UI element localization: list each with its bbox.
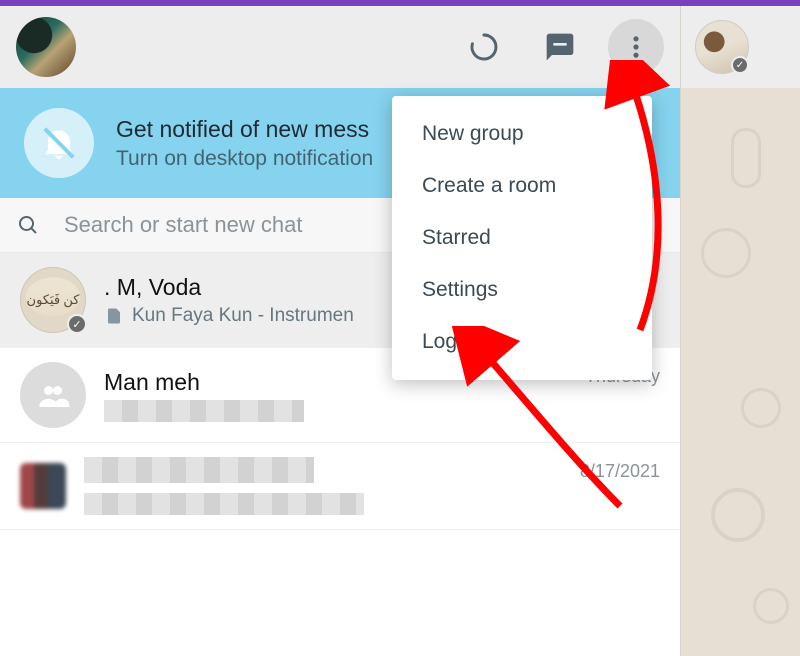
menu-item-starred[interactable]: Starred <box>392 212 652 264</box>
chat-item[interactable]: 8/17/2021 <box>0 443 680 530</box>
search-icon <box>16 213 40 237</box>
chat-avatar <box>20 362 86 428</box>
menu-item-new-group[interactable]: New group <box>392 108 652 160</box>
conversation-list-pane: Get notified of new mess Turn on desktop… <box>0 6 680 656</box>
left-header <box>0 6 680 88</box>
chat-avatar <box>20 267 86 333</box>
bell-icon <box>24 108 94 178</box>
redacted-preview <box>104 400 304 422</box>
document-icon <box>104 306 124 326</box>
new-chat-icon[interactable] <box>532 19 588 75</box>
notification-title: Get notified of new mess <box>116 116 373 143</box>
chat-background <box>681 88 800 656</box>
notification-subtitle: Turn on desktop notification <box>116 147 373 171</box>
redacted-name <box>84 457 314 483</box>
menu-item-create-room[interactable]: Create a room <box>392 160 652 212</box>
my-avatar[interactable] <box>16 17 76 77</box>
contact-avatar[interactable] <box>695 20 749 74</box>
menu-item-settings[interactable]: Settings <box>392 264 652 316</box>
chat-view-pane <box>680 6 800 656</box>
status-icon[interactable] <box>456 19 512 75</box>
menu-item-log-out[interactable]: Log out <box>392 316 652 368</box>
overflow-menu: New group Create a room Starred Settings… <box>392 96 652 380</box>
chat-time: 8/17/2021 <box>580 461 660 482</box>
right-header <box>681 6 800 88</box>
menu-button[interactable] <box>608 19 664 75</box>
redacted-preview <box>84 493 364 515</box>
chat-avatar <box>20 463 66 509</box>
